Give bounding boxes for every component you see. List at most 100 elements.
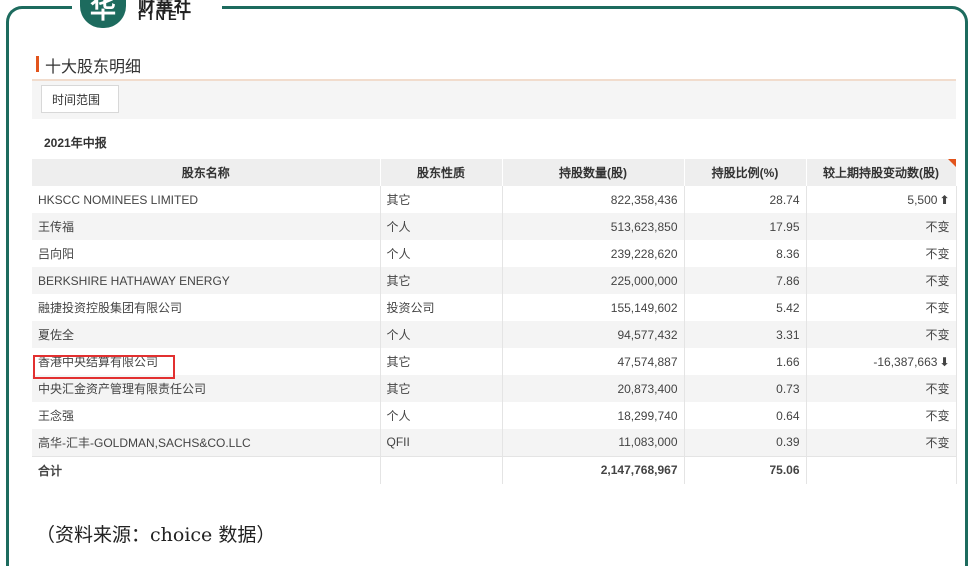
header-change: 较上期持股变动数(股) <box>806 159 957 186</box>
cell-ratio-text: 0.64 <box>776 408 800 423</box>
cell-holder-name-text: 融捷投资控股集团有限公司 <box>38 301 183 315</box>
cell-holder-name-text: 香港中央结算有限公司 <box>38 355 159 369</box>
cell-holder-name-text: 夏佐全 <box>38 328 75 342</box>
header-holder-name: 股东名称 <box>32 159 381 186</box>
cell-change-text: 不变 <box>925 382 950 396</box>
cell-ratio: 7.86 <box>684 267 807 294</box>
cell-total-label: 合计 <box>32 455 381 484</box>
table-header-row: 股东名称 股东性质 持股数量(股) 持股比例(%) 较上期持股变动数(股) <box>32 159 957 186</box>
cell-holder-name-text: 王传福 <box>38 220 75 234</box>
cell-holder-name-text: 王念强 <box>38 409 75 423</box>
report-period-label: 2021年中报 <box>44 136 107 150</box>
cell-change: 不变 <box>806 321 957 348</box>
cell-holder-name-text: 中央汇金资产管理有限责任公司 <box>38 382 207 396</box>
cell-holder-type: 其它 <box>380 348 503 375</box>
cell-holder-name-text: 高华-汇丰-GOLDMAN,SACHS&CO.LLC <box>38 435 251 450</box>
cell-change: 不变 <box>806 429 957 456</box>
cell-holder-type: 个人 <box>380 213 503 240</box>
table-row: 中央汇金资产管理有限责任公司 其它 20,873,400 0.73 不变 <box>32 375 957 402</box>
cell-total-type <box>380 455 503 484</box>
cell-ratio: 28.74 <box>684 186 807 213</box>
cell-holder-name: 吕向阳 <box>32 240 381 267</box>
cell-ratio-text: 1.66 <box>776 354 800 369</box>
panel-header: 十大股东明细 <box>32 47 956 81</box>
cell-shares-text: 239,228,620 <box>610 246 678 261</box>
cell-change-text: 不变 <box>925 220 950 234</box>
panel-title: 十大股东明细 <box>45 59 142 76</box>
cell-shares: 239,228,620 <box>502 240 685 267</box>
cell-ratio-text: 0.73 <box>776 381 800 396</box>
cell-change-text: 5,500 <box>907 192 938 207</box>
cell-change: 5,500 ⬆ <box>806 186 957 213</box>
cell-holder-type-text: QFII <box>386 435 410 450</box>
cell-change: 不变 <box>806 402 957 429</box>
cell-holder-type: 个人 <box>380 321 503 348</box>
cell-shares: 20,873,400 <box>502 375 685 402</box>
cell-shares-text: 513,623,850 <box>610 219 678 234</box>
shareholder-panel: 十大股东明细 时间范围 2021年中报 股东名称 股东性质 持股数量(股) 持股… <box>32 47 957 497</box>
cell-holder-name-text: 吕向阳 <box>38 247 75 261</box>
cell-holder-type-text: 投资公司 <box>386 301 435 315</box>
cell-ratio: 0.64 <box>684 402 807 429</box>
cell-shares-text: 47,574,887 <box>617 354 678 369</box>
time-range-button[interactable]: 时间范围 <box>41 85 119 113</box>
cell-shares-text: 11,083,000 <box>618 435 678 450</box>
cell-change-text: 不变 <box>925 247 950 261</box>
cell-holder-type: 投资公司 <box>380 294 503 321</box>
cell-holder-name: 王念强 <box>32 402 381 429</box>
cell-holder-name: BERKSHIRE HATHAWAY ENERGY <box>32 267 381 294</box>
cell-shares-text: 822,358,436 <box>610 192 678 207</box>
cell-shares: 11,083,000 <box>502 429 685 456</box>
cell-holder-type-text: 个人 <box>386 409 411 423</box>
cell-ratio: 1.66 <box>684 348 807 375</box>
cell-holder-name-text: HKSCC NOMINEES LIMITED <box>38 192 199 207</box>
cell-holder-type-text: 个人 <box>386 220 411 234</box>
cell-holder-type: 其它 <box>380 186 503 213</box>
table-row: BERKSHIRE HATHAWAY ENERGY 其它 225,000,000 7.… <box>32 267 957 294</box>
cell-holder-name: 夏佐全 <box>32 321 381 348</box>
cell-holder-name: HKSCC NOMINEES LIMITED <box>32 186 381 213</box>
cell-shares: 18,299,740 <box>502 402 685 429</box>
cell-holder-name: 香港中央结算有限公司 <box>32 348 381 375</box>
cell-change-text: -16,387,663 <box>873 354 938 369</box>
cell-shares-text: 94,577,432 <box>617 327 678 342</box>
cell-shares: 94,577,432 <box>502 321 685 348</box>
toolbar: 时间范围 <box>32 81 956 119</box>
cell-shares-text: 155,149,602 <box>610 300 678 315</box>
cell-holder-type: 其它 <box>380 375 503 402</box>
arrow-down-icon: ⬇ <box>939 354 950 369</box>
cell-holder-name-text: BERKSHIRE HATHAWAY ENERGY <box>38 273 230 288</box>
cell-holder-type: 个人 <box>380 402 503 429</box>
table-row: 香港中央结算有限公司 其它 47,574,887 1.66 -16,387,663 ⬇ <box>32 348 957 375</box>
cell-ratio-text: 28.74 <box>769 192 800 207</box>
cell-shares: 225,000,000 <box>502 267 685 294</box>
cell-ratio-text: 17.95 <box>769 219 800 234</box>
table-row: 高华-汇丰-GOLDMAN,SACHS&CO.LLC QFII 11,083,000… <box>32 429 957 456</box>
cell-holder-type: 个人 <box>380 240 503 267</box>
header-ratio: 持股比例(%) <box>684 159 807 186</box>
cell-ratio: 0.73 <box>684 375 807 402</box>
cell-change-text: 不变 <box>925 328 950 342</box>
cell-holder-name: 王传福 <box>32 213 381 240</box>
table-row: 吕向阳 个人 239,228,620 8.36 不变 <box>32 240 957 267</box>
header-change-label: 较上期持股变动数(股) <box>823 166 939 180</box>
cell-change-text: 不变 <box>925 435 950 450</box>
cell-total-ratio: 75.06 <box>684 455 807 484</box>
arrow-up-icon: ⬆ <box>939 192 950 207</box>
cell-change: -16,387,663 ⬇ <box>806 348 957 375</box>
header-shares: 持股数量(股) <box>502 159 685 186</box>
source-note: （资料来源：choice 数据） <box>36 524 276 546</box>
cell-ratio-text: 7.86 <box>776 273 800 288</box>
cell-holder-name: 融捷投资控股集团有限公司 <box>32 294 381 321</box>
cell-ratio-text: 5.42 <box>776 300 800 315</box>
table-row: 融捷投资控股集团有限公司 投资公司 155,149,602 5.42 不变 <box>32 294 957 321</box>
cell-change: 不变 <box>806 240 957 267</box>
cell-total-change <box>806 455 957 484</box>
cell-holder-name: 高华-汇丰-GOLDMAN,SACHS&CO.LLC <box>32 429 381 456</box>
table-row: 王传福 个人 513,623,850 17.95 不变 <box>32 213 957 240</box>
cell-holder-type-text: 个人 <box>386 247 411 261</box>
logo-text-en: FINET <box>138 8 191 23</box>
cell-ratio-text: 0.39 <box>776 435 800 450</box>
cell-holder-type-text: 个人 <box>386 328 411 342</box>
title-accent-bar <box>36 56 39 72</box>
